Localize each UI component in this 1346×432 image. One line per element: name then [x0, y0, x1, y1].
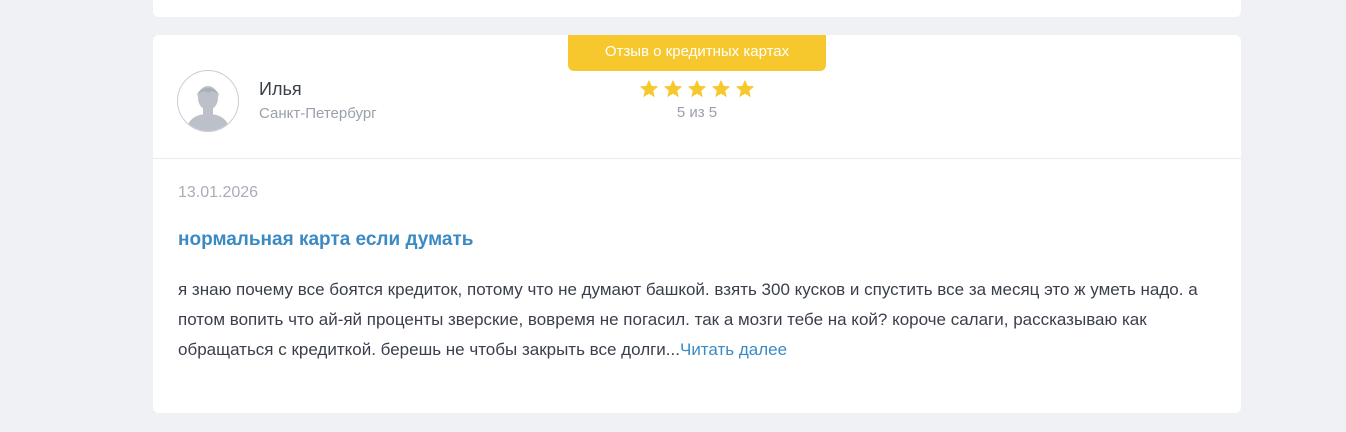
- rating: 5 из 5: [635, 78, 759, 121]
- author-name: Илья: [259, 79, 302, 99]
- review-card: Илья Санкт-Петербург 5 из 5 Отзыв о кред…: [153, 35, 1241, 413]
- user-silhouette-icon: [186, 86, 230, 131]
- rating-text: 5 из 5: [676, 104, 718, 121]
- star-icon: [639, 79, 659, 98]
- star-icon: [663, 79, 683, 98]
- read-more-link[interactable]: Читать далее: [680, 340, 787, 359]
- avatar: [177, 70, 239, 132]
- category-badge[interactable]: Отзыв о кредитных картах: [568, 35, 826, 71]
- star-icon: [735, 79, 755, 98]
- previous-review-card: [153, 0, 1241, 17]
- review-title[interactable]: нормальная карта если думать: [178, 229, 473, 251]
- star-icon: [687, 79, 707, 98]
- author-city: Санкт-Петербург: [259, 105, 377, 122]
- rating-stars: [635, 78, 759, 100]
- review-excerpt: я знаю почему все боятся кредиток, потом…: [178, 275, 1218, 365]
- review-date: 13.01.2026: [178, 184, 259, 201]
- star-icon: [711, 79, 731, 98]
